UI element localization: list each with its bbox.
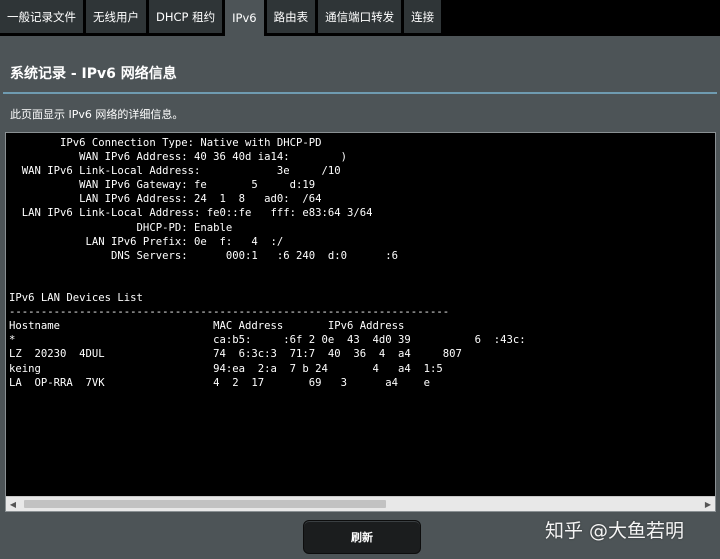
ipv6-log-text: IPv6 Connection Type: Native with DHCP-P… bbox=[9, 136, 526, 390]
log-line: DNS Servers: 000:1 :6 240 d:0 :6 bbox=[9, 249, 399, 262]
log-line: keing 94:ea 2:a 7 b 24 4 a4 1:5 bbox=[9, 362, 443, 375]
tab-connections[interactable]: 连接 bbox=[404, 0, 445, 33]
title-divider bbox=[3, 92, 717, 94]
horizontal-scrollbar[interactable]: ◀ ▶ bbox=[6, 496, 715, 511]
log-line: * ca:b5: :6f 2 0e 43 4d0 39 6 :43c: bbox=[9, 334, 526, 347]
log-line: LZ 20230 4DUL 74 6:3c:3 71:7 40 36 4 a4 … bbox=[9, 348, 462, 361]
tab-wireless-clients[interactable]: 无线用户 bbox=[86, 0, 149, 33]
log-line: LAN IPv6 Address: 24 1 8 ad0: /64 bbox=[9, 193, 322, 206]
log-line: LA OP-RRA 7VK 4 2 17 69 3 a4 e bbox=[9, 376, 430, 389]
tab-general-log[interactable]: 一般记录文件 bbox=[0, 0, 86, 33]
log-line: WAN IPv6 Gateway: fe 5 d:19 bbox=[9, 179, 316, 192]
watermark-text: 知乎 @大鱼若明 bbox=[545, 520, 685, 542]
log-line: WAN IPv6 Link-Local Address: 3e /10 bbox=[9, 165, 341, 178]
scrollbar-thumb[interactable] bbox=[24, 500, 386, 508]
log-line: LAN IPv6 Link-Local Address: fe0::fe fff… bbox=[9, 207, 373, 220]
scroll-right-icon[interactable]: ▶ bbox=[701, 497, 715, 511]
tab-routing-table[interactable]: 路由表 bbox=[266, 0, 319, 33]
log-line: ----------------------------------------… bbox=[9, 306, 450, 319]
tab-bar: 一般记录文件 无线用户 DHCP 租约 IPv6 路由表 通信端口转发 连接 bbox=[0, 0, 720, 36]
refresh-button[interactable]: 刷新 bbox=[303, 520, 421, 554]
log-line: IPv6 LAN Devices List bbox=[9, 292, 143, 305]
tab-dhcp-leases[interactable]: DHCP 租约 bbox=[149, 0, 226, 33]
page-title: 系统记录 - IPv6 网络信息 bbox=[10, 66, 177, 82]
log-line: LAN IPv6 Prefix: 0e f: 4 :/ bbox=[9, 235, 284, 248]
tab-ipv6[interactable]: IPv6 bbox=[225, 0, 267, 36]
log-line: IPv6 Connection Type: Native with DHCP-P… bbox=[9, 137, 322, 149]
tab-port-forwarding[interactable]: 通信端口转发 bbox=[318, 0, 405, 33]
log-line: DHCP-PD: Enable bbox=[9, 221, 233, 234]
scroll-left-icon[interactable]: ◀ bbox=[6, 497, 20, 511]
log-line: WAN IPv6 Address: 40 36 40d ia14: ) bbox=[9, 151, 348, 164]
ipv6-log-box[interactable]: IPv6 Connection Type: Native with DHCP-P… bbox=[5, 132, 716, 512]
log-line: Hostname MAC Address IPv6 Address bbox=[9, 320, 405, 333]
page-description: 此页面显示 IPv6 网络的详细信息。 bbox=[10, 108, 184, 121]
